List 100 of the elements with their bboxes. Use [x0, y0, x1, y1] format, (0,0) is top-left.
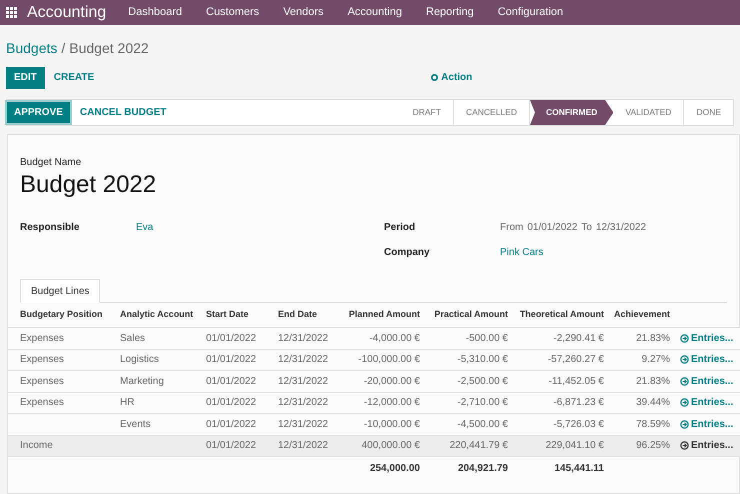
table-cell: -12,000.00 € — [364, 397, 420, 408]
table-cell: -4,500.00 € — [457, 418, 508, 430]
entries-link[interactable]: Entries... — [680, 330, 734, 346]
total-cell: 204,921.79 — [458, 463, 508, 474]
table-cell: Expenses — [20, 332, 64, 344]
table-cell: Expenses — [20, 397, 64, 408]
status-stage[interactable]: DONE — [684, 100, 734, 125]
field-label: Period — [384, 221, 416, 235]
table-cell: Logistics — [120, 354, 159, 366]
field-label: Company — [384, 246, 431, 260]
table-cell: Events — [120, 418, 151, 430]
tab[interactable]: Budget Lines — [20, 279, 100, 303]
period-start-date: 01/01/2022 — [527, 221, 578, 235]
table-cell: 9.27% — [642, 354, 670, 366]
company-link[interactable]: Pink Cars — [500, 245, 544, 260]
entries-link[interactable]: Entries... — [680, 374, 734, 389]
table-cell: 01/01/2022 — [206, 332, 256, 344]
table-cell: 01/01/2022 — [206, 354, 256, 366]
table-cell: 12/31/2022 — [278, 397, 328, 408]
table-cell: -6,871.23 € — [553, 397, 604, 408]
menu-item[interactable]: Accounting — [348, 4, 402, 21]
table-cell: -5,726.03 € — [553, 418, 604, 430]
table-cell: -2,290.41 € — [553, 332, 604, 344]
table-row[interactable]: Expenses HR 01/01/2022 12/31/2022 -12,000.00 € -2,710.00 € -6,871.23 € 39.44% Entries... — [8, 392, 740, 414]
table-row[interactable]: Income 01/01/2022 12/31/2022 400,000.00 € 220,441.79 € 229,041.10 € 96.25% Entries... — [8, 436, 740, 457]
table-row[interactable]: Expenses Logistics 01/01/2022 12/31/2022 -100,000.00 € -5,310.00 € -57,260.27 € 9.27% Entries... — [8, 350, 740, 371]
column-header[interactable]: Practical Amount — [424, 308, 512, 322]
table-row[interactable]: Events 01/01/2022 12/31/2022 -10,000.00 € -4,500.00 € -5,726.03 € 78.59% Entries... — [8, 414, 740, 436]
approve-button[interactable]: APPROVE — [7, 102, 70, 123]
edit-button[interactable]: EDIT — [6, 66, 45, 88]
total-cell: 254,000.00 — [370, 463, 420, 474]
status-stage[interactable]: CONFIRMED — [530, 100, 614, 125]
table-cell: 01/01/2022 — [206, 418, 256, 430]
table-row[interactable]: Expenses Marketing 01/01/2022 12/31/2022 -20,000.00 € -2,500.00 € -11,452.05 € 21.83% Entries... — [8, 371, 740, 392]
table-cell: 96.25% — [636, 440, 670, 452]
column-header[interactable]: Budgetary Position — [20, 308, 120, 322]
arrow-circle-icon — [680, 355, 689, 364]
menu-item[interactable]: Configuration — [498, 4, 564, 21]
table-cell: Marketing — [120, 376, 164, 387]
table-cell: 01/01/2022 — [206, 440, 256, 452]
table-row[interactable]: Expenses Sales 01/01/2022 12/31/2022 -4,000.00 € -500.00 € -2,290.41 € 21.83% Entries... — [8, 328, 740, 350]
table-cell: 21.83% — [636, 332, 670, 344]
column-header[interactable]: Planned Amount — [342, 308, 424, 322]
entries-link[interactable]: Entries... — [680, 352, 734, 368]
table-cell: 12/31/2022 — [278, 332, 328, 344]
period-to-label: To — [581, 221, 592, 235]
arrow-circle-icon — [680, 334, 689, 343]
table-cell: HR — [120, 397, 134, 408]
status-stage[interactable]: VALIDATED — [613, 100, 684, 125]
table-cell: -2,710.00 € — [457, 397, 508, 408]
table-cell: 12/31/2022 — [278, 440, 328, 452]
table-cell: 21.83% — [636, 376, 670, 387]
entries-link[interactable]: Entries... — [680, 395, 734, 410]
breadcrumb-separator: / — [61, 39, 66, 58]
arrow-circle-icon — [680, 376, 689, 386]
table-cell: -2,500.00 € — [457, 376, 508, 387]
column-header[interactable]: Start Date — [206, 308, 278, 322]
breadcrumb-current: Budget 2022 — [69, 39, 149, 58]
column-header[interactable]: End Date — [278, 308, 342, 322]
menu-item[interactable]: Reporting — [426, 4, 474, 21]
table-cell: Expenses — [20, 354, 64, 366]
breadcrumb-link[interactable]: Budgets — [6, 38, 58, 59]
status-stage[interactable]: DRAFT — [400, 100, 454, 125]
table-cell: 12/31/2022 — [278, 418, 328, 430]
total-cell: 145,441.11 — [554, 463, 604, 474]
table-cell: 220,441.79 € — [450, 440, 508, 452]
table-cell: 01/01/2022 — [206, 397, 256, 408]
table-cell: 400,000.00 € — [362, 440, 420, 452]
responsible-link[interactable]: Eva — [136, 220, 154, 235]
table-cell: Sales — [120, 332, 146, 344]
menu-item[interactable]: Vendors — [283, 4, 324, 21]
menu-item[interactable]: Dashboard — [128, 4, 182, 21]
table-cell: -5,310.00 € — [457, 354, 508, 366]
apps-grid-icon[interactable] — [6, 7, 17, 18]
table-cell: 229,041.10 € — [546, 440, 604, 452]
app-title[interactable]: Accounting — [27, 0, 106, 24]
column-header[interactable]: Analytic Account — [120, 308, 206, 322]
arrow-circle-icon — [680, 398, 689, 408]
status-stage[interactable]: CANCELLED — [454, 100, 530, 125]
column-header[interactable]: Achievement — [608, 308, 674, 322]
period-from-label: From — [500, 221, 524, 235]
table-cell: 78.59% — [636, 418, 670, 430]
table-cell: -20,000.00 € — [364, 376, 420, 387]
table-cell: 01/01/2022 — [206, 376, 256, 387]
period-end-date: 12/31/2022 — [596, 221, 646, 235]
table-cell: Expenses — [20, 376, 64, 387]
column-header[interactable]: Theoretical Amount — [512, 308, 608, 322]
entries-link[interactable]: Entries... — [680, 438, 734, 454]
cancel-budget-button[interactable]: CANCEL BUDGET — [70, 102, 176, 123]
create-button[interactable]: CREATE — [44, 66, 104, 88]
table-cell: -10,000.00 € — [364, 418, 420, 430]
table-cell: Income — [20, 440, 53, 452]
entries-link[interactable]: Entries... — [680, 416, 734, 432]
budget-name: Budget 2022 — [20, 170, 158, 200]
field-label: Budget Name — [20, 156, 82, 170]
table-cell: -4,000.00 € — [369, 332, 420, 344]
action-button[interactable]: Action — [431, 70, 472, 85]
table-cell: 12/31/2022 — [278, 354, 328, 366]
menu-item[interactable]: Customers — [206, 4, 260, 21]
arrow-circle-icon — [680, 420, 689, 429]
